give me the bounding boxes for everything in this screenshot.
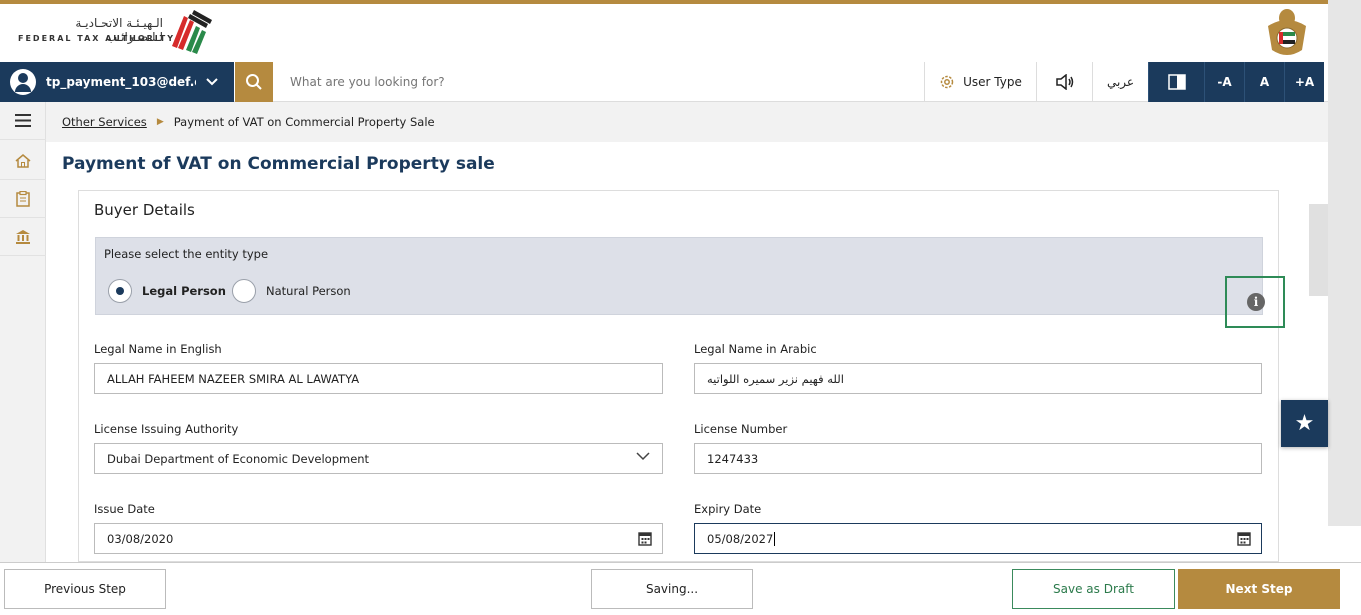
hamburger-icon xyxy=(15,114,31,127)
previous-step-button[interactable]: Previous Step xyxy=(4,569,166,609)
breadcrumb-other-services-link[interactable]: Other Services xyxy=(62,115,147,129)
search-input[interactable] xyxy=(280,68,900,96)
info-highlight-frame: i xyxy=(1225,276,1285,328)
entity-type-prompt: Please select the entity type xyxy=(104,247,269,261)
page: الـهيـئـة الاتحـاديـة لـلـضـرائـب FEDERA… xyxy=(0,0,1361,615)
breadcrumb: Other Services ▶ Payment of VAT on Comme… xyxy=(46,102,1328,142)
font-decrease-label: -A xyxy=(1217,75,1232,89)
chevron-down-icon xyxy=(206,78,218,86)
expiry-date-input[interactable]: 05/08/2027 xyxy=(694,523,1262,554)
user-avatar-icon xyxy=(10,69,36,95)
legal-name-en-input[interactable]: ALLAH FAHEEM NAZEER SMIRA AL LAWATYA xyxy=(94,363,663,394)
license-number-input[interactable]: 1247433 xyxy=(694,443,1262,474)
star-icon: ★ xyxy=(1294,411,1315,436)
info-icon[interactable]: i xyxy=(1247,293,1265,311)
search-icon xyxy=(246,74,262,90)
gear-icon xyxy=(940,75,954,89)
arabic-label: عربي xyxy=(1106,75,1135,89)
uae-emblem-icon xyxy=(1268,9,1306,55)
legal-name-ar-input[interactable]: الله فهيم نزير سميره اللواتيه xyxy=(694,363,1262,394)
font-increase-button[interactable]: +A xyxy=(1284,62,1324,102)
next-step-button[interactable]: Next Step xyxy=(1178,569,1340,609)
section-title: Buyer Details xyxy=(94,201,195,219)
fta-logo-icon[interactable] xyxy=(164,8,214,56)
calendar-icon[interactable] xyxy=(1237,531,1251,546)
legal-person-label: Legal Person xyxy=(142,284,226,298)
expiry-date-value: 05/08/2027 xyxy=(707,531,774,546)
user-menu-button[interactable]: tp_payment_103@def.c... xyxy=(0,62,234,102)
top-navigation-bar: tp_payment_103@def.c... User Type عربي -… xyxy=(0,62,1328,102)
issue-date-value: 03/08/2020 xyxy=(107,531,174,546)
arabic-language-button[interactable]: عربي xyxy=(1092,62,1148,102)
issue-date-label: Issue Date xyxy=(94,502,155,516)
breadcrumb-separator-icon: ▶ xyxy=(156,117,164,127)
sidebar-item-clipboard[interactable] xyxy=(0,180,46,218)
page-scrollbar[interactable] xyxy=(1328,0,1361,526)
breadcrumb-current: Payment of VAT on Commercial Property Sa… xyxy=(173,115,435,129)
user-email-label: tp_payment_103@def.c... xyxy=(46,75,196,89)
site-header: الـهيـئـة الاتحـاديـة لـلـضـرائـب FEDERA… xyxy=(0,4,1328,62)
search-button[interactable] xyxy=(235,62,273,102)
page-title: Payment of VAT on Commercial Property sa… xyxy=(62,154,495,174)
legal-person-radio[interactable] xyxy=(108,279,132,303)
font-normal-button[interactable]: A xyxy=(1244,62,1284,102)
sidebar-item-bank[interactable] xyxy=(0,218,46,256)
natural-person-label: Natural Person xyxy=(266,284,351,298)
entity-type-panel: Please select the entity type Legal Pers… xyxy=(95,237,1285,328)
clipboard-icon xyxy=(16,190,30,207)
text-cursor xyxy=(774,531,776,546)
license-number-label: License Number xyxy=(694,422,788,436)
calendar-icon[interactable] xyxy=(638,531,652,546)
license-authority-value: Dubai Department of Economic Development xyxy=(107,451,370,466)
license-authority-select[interactable]: Dubai Department of Economic Development xyxy=(94,443,663,474)
expiry-date-label: Expiry Date xyxy=(694,502,762,516)
chevron-down-icon xyxy=(636,452,650,461)
footer-action-bar: Previous Step Saving... Save as Draft Ne… xyxy=(0,562,1361,615)
left-sidebar xyxy=(0,102,46,562)
buyer-details-card: Buyer Details Please select the entity t… xyxy=(78,190,1285,562)
bank-icon xyxy=(16,230,30,244)
font-increase-label: +A xyxy=(1294,75,1315,89)
user-type-label: User Type xyxy=(963,75,1022,89)
legal-name-en-label: Legal Name in English xyxy=(94,342,222,356)
speaker-icon xyxy=(1055,74,1073,90)
favorite-star-button[interactable]: ★ xyxy=(1281,400,1328,447)
saving-button[interactable]: Saving... xyxy=(591,569,753,609)
text-to-speech-button[interactable] xyxy=(1036,62,1092,102)
issue-date-input[interactable]: 03/08/2020 xyxy=(94,523,663,554)
logo-english-text: FEDERAL TAX AUTHORITY xyxy=(18,34,176,43)
natural-person-radio[interactable] xyxy=(232,279,256,303)
contrast-toggle-button[interactable] xyxy=(1148,62,1204,102)
home-icon xyxy=(15,153,31,168)
user-type-button[interactable]: User Type xyxy=(924,62,1036,102)
contrast-icon xyxy=(1167,74,1186,90)
menu-toggle-button[interactable] xyxy=(0,102,46,140)
inner-scrollbar-thumb[interactable] xyxy=(1309,204,1328,296)
save-as-draft-button[interactable]: Save as Draft xyxy=(1012,569,1175,609)
sidebar-item-home[interactable] xyxy=(0,142,46,180)
font-decrease-button[interactable]: -A xyxy=(1204,62,1244,102)
legal-name-ar-label: Legal Name in Arabic xyxy=(694,342,817,356)
font-normal-label: A xyxy=(1259,75,1270,89)
license-authority-label: License Issuing Authority xyxy=(94,422,239,436)
